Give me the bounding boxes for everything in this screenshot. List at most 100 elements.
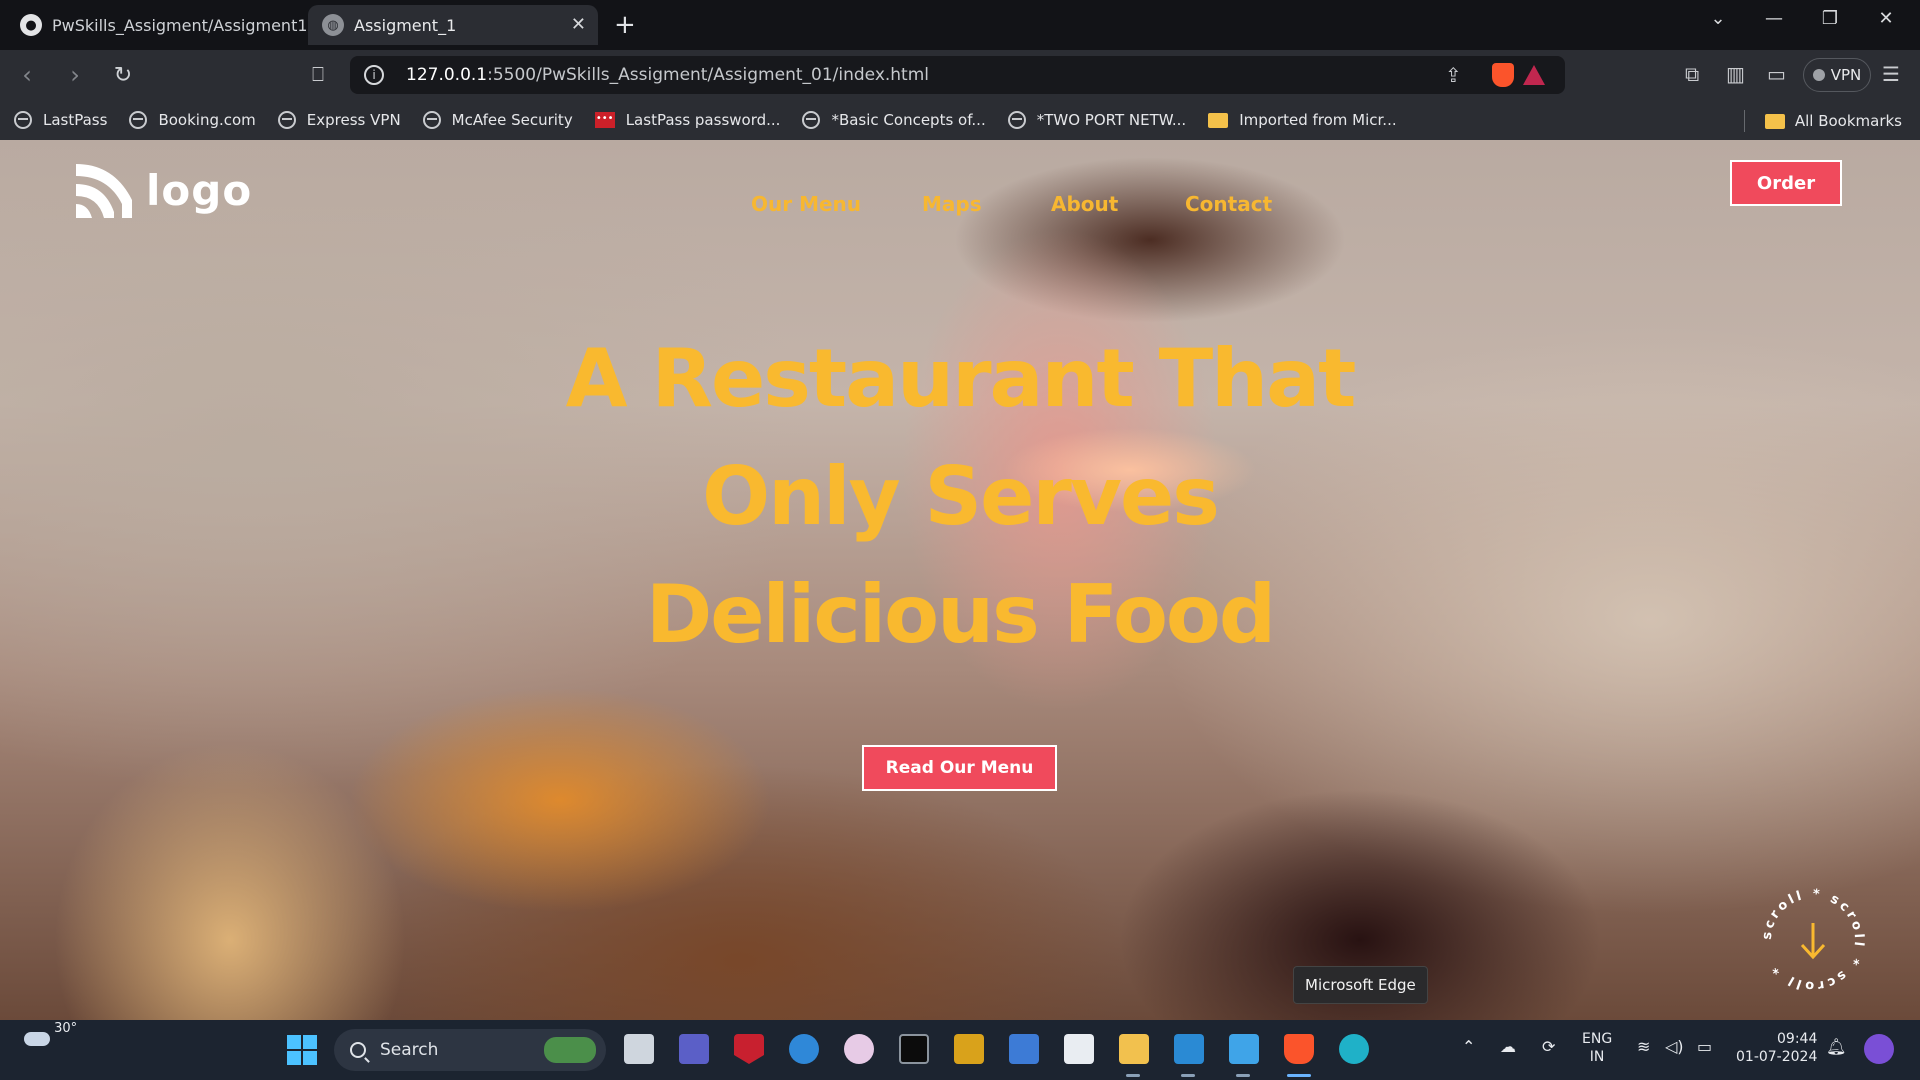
hero-line: A Restaurant That — [565, 332, 1357, 425]
nav-contact[interactable]: Contact — [1185, 192, 1272, 216]
menu-icon[interactable]: ☰ — [1882, 62, 1900, 86]
forward-icon[interactable]: › — [54, 61, 96, 89]
weather-widget[interactable]: 30° — [24, 1021, 77, 1048]
cloud-icon — [24, 1031, 50, 1046]
folder-icon — [1764, 113, 1785, 129]
bookmark-item[interactable]: *Basic Concepts of... — [802, 111, 986, 129]
order-button[interactable]: Order — [1730, 160, 1842, 206]
close-window-icon[interactable]: ✕ — [1858, 8, 1914, 29]
terminal-icon[interactable] — [899, 1034, 929, 1064]
language-indicator[interactable]: ENG IN — [1582, 1030, 1612, 1066]
extensions-icon[interactable]: ⧉ — [1685, 62, 1699, 86]
tab-assigment-1[interactable]: ◍ Assigment_1 ✕ — [308, 5, 598, 45]
show-hidden-icons-icon[interactable]: ⌃ — [1462, 1038, 1475, 1056]
globe-icon — [802, 111, 821, 129]
bookmark-item[interactable]: ••• LastPass password... — [594, 111, 781, 129]
app-icon[interactable] — [954, 1034, 984, 1064]
globe-icon — [14, 111, 32, 129]
bookmark-label: LastPass — [43, 111, 108, 129]
running-indicator — [1181, 1074, 1195, 1077]
copilot-icon[interactable] — [1864, 1034, 1894, 1064]
github-icon: ● — [20, 14, 42, 36]
date: 01-07-2024 — [1736, 1049, 1818, 1065]
clock[interactable]: 09:44 01-07-2024 — [1736, 1030, 1817, 1066]
lang-line: ENG — [1582, 1031, 1613, 1047]
vscode-icon[interactable] — [1174, 1034, 1204, 1064]
bookmark-label: Express VPN — [306, 111, 401, 129]
new-tab-button[interactable]: + — [614, 12, 636, 38]
store-icon[interactable] — [1064, 1034, 1094, 1064]
start-icon[interactable] — [287, 1035, 317, 1065]
battery-icon[interactable]: ▭ — [1697, 1038, 1712, 1056]
scroll-indicator[interactable]: scroll * scroll * scroll * — [1758, 885, 1868, 995]
tab-label: PwSkills_Assigment/Assigment1 at m — [52, 15, 306, 35]
search-icon — [350, 1042, 366, 1058]
address-bar[interactable]: i 127.0.0.1:5500/PwSkills_Assigment/Assi… — [350, 56, 1565, 94]
notepad-icon[interactable] — [1229, 1034, 1259, 1064]
running-indicator — [1126, 1074, 1140, 1077]
app-icon[interactable] — [844, 1034, 874, 1064]
vpn-button[interactable]: VPN — [1803, 58, 1871, 92]
bookmark-item[interactable]: McAfee Security — [422, 111, 573, 129]
nav-about[interactable]: About — [1051, 192, 1118, 216]
hero-line: Delicious Food — [645, 568, 1276, 661]
bookmark-item[interactable]: *TWO PORT NETW... — [1007, 111, 1186, 129]
brave-shields-icon[interactable] — [1492, 63, 1514, 87]
reload-icon[interactable]: ↻ — [102, 63, 144, 88]
restaurant-page: logo Our Menu Maps About Contact Order A… — [0, 140, 1920, 1020]
site-logo[interactable]: logo — [74, 160, 252, 220]
taskbar-search[interactable]: Search — [334, 1029, 606, 1071]
site-info-icon[interactable]: i — [364, 65, 384, 85]
task-view-icon[interactable] — [624, 1034, 654, 1064]
bookmark-label: McAfee Security — [451, 111, 573, 129]
bookmark-item[interactable]: Imported from Micr... — [1208, 111, 1397, 129]
tab-label: Assigment_1 — [354, 15, 457, 35]
wifi-icon[interactable]: ≋ — [1637, 1038, 1650, 1056]
brave-icon[interactable] — [1284, 1034, 1314, 1064]
url-path: :5500/PwSkills_Assigment/Assigment_01/in… — [487, 65, 930, 85]
nav-maps[interactable]: Maps — [922, 192, 982, 216]
sidebar-icon[interactable]: ▥ — [1726, 62, 1745, 86]
read-our-menu-button[interactable]: Read Our Menu — [862, 745, 1057, 791]
bookmark-item[interactable]: Express VPN — [277, 111, 401, 129]
vpn-label: VPN — [1830, 66, 1862, 84]
share-icon[interactable]: ⇪ — [1445, 63, 1462, 87]
tab-search-chevron-icon[interactable]: ⌄ — [1690, 8, 1746, 29]
help-icon[interactable] — [789, 1034, 819, 1064]
globe-icon: ◍ — [322, 14, 344, 36]
mcafee-icon[interactable] — [734, 1034, 764, 1064]
scroll-badge-icon: scroll * scroll * scroll * — [1760, 887, 1863, 994]
time: 09:44 — [1777, 1031, 1818, 1047]
globe-icon — [1007, 111, 1026, 129]
minimize-icon[interactable]: — — [1746, 8, 1802, 29]
bookmark-item[interactable]: Booking.com — [129, 111, 256, 129]
bookmark-label: Booking.com — [158, 111, 256, 129]
notification-bell-icon[interactable]: 🔔︎ — [1826, 1038, 1846, 1056]
restore-icon[interactable]: ❐ — [1802, 8, 1858, 29]
brave-rewards-icon[interactable] — [1523, 65, 1545, 85]
edge-icon[interactable] — [1339, 1034, 1369, 1064]
bookmark-icon[interactable]: ⎕ — [312, 62, 324, 86]
back-icon[interactable]: ‹ — [6, 61, 48, 89]
bookmark-label: *Basic Concepts of... — [831, 111, 986, 129]
globe-icon — [277, 111, 296, 129]
divider — [1743, 110, 1745, 132]
bookmark-label: Imported from Micr... — [1239, 111, 1397, 129]
file-explorer-icon[interactable] — [1119, 1034, 1149, 1064]
onedrive-icon[interactable]: ☁ — [1500, 1038, 1516, 1056]
all-bookmarks-button[interactable]: All Bookmarks — [1743, 110, 1902, 132]
tab-github[interactable]: ● PwSkills_Assigment/Assigment1 at m — [6, 5, 306, 45]
close-tab-icon[interactable]: ✕ — [571, 14, 586, 35]
hero-heading: A Restaurant That Only Serves Delicious … — [0, 320, 1920, 674]
bookmark-label: LastPass password... — [625, 111, 781, 129]
nav-our-menu[interactable]: Our Menu — [751, 192, 861, 216]
globe-icon — [422, 111, 441, 129]
sync-icon[interactable]: ⟳ — [1542, 1038, 1555, 1056]
volume-icon[interactable]: ◁) — [1665, 1038, 1684, 1056]
teams-icon[interactable] — [679, 1034, 709, 1064]
lastpass-icon: ••• — [594, 112, 615, 128]
network-app-icon[interactable] — [1009, 1034, 1039, 1064]
wallet-icon[interactable]: ▭ — [1767, 62, 1786, 86]
bookmark-item[interactable]: LastPass — [14, 111, 107, 129]
lang-line: IN — [1589, 1049, 1605, 1065]
